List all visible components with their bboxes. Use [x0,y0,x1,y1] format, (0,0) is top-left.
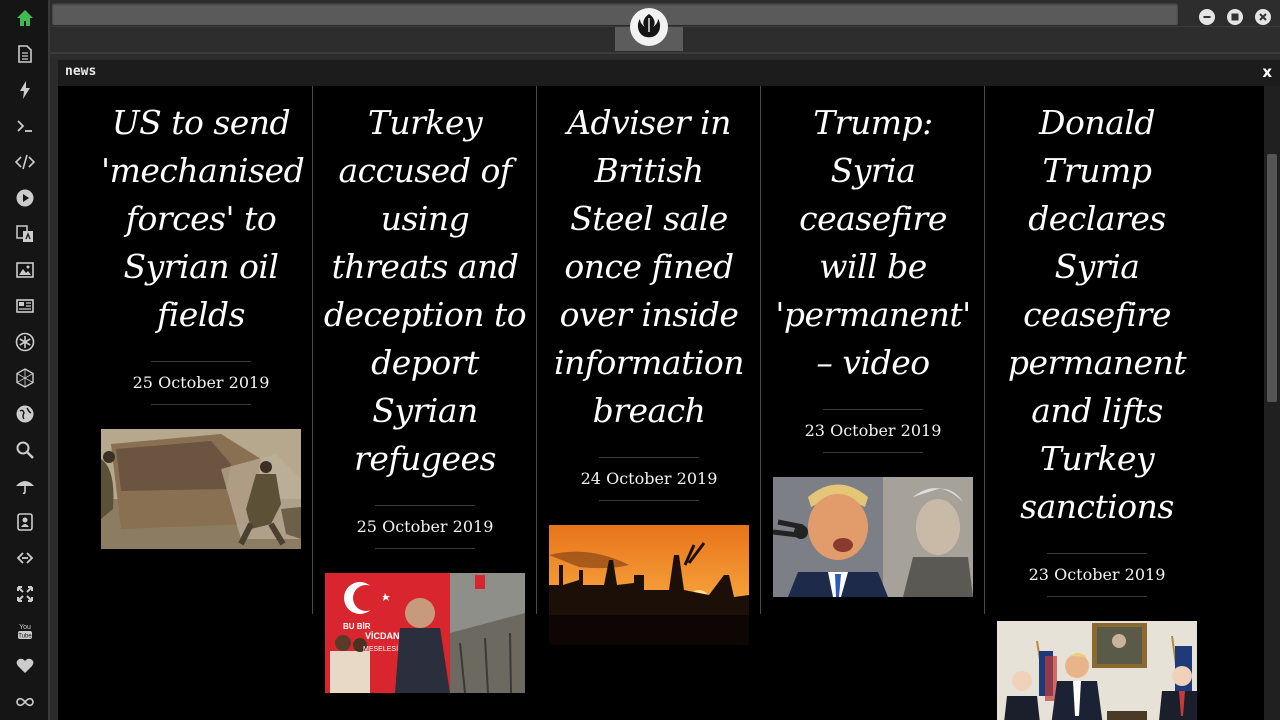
image-icon[interactable] [14,259,36,281]
search-icon[interactable] [14,439,36,461]
article-headline[interactable]: US to send 'mechanised forces' to Syrian… [101,99,305,339]
umbrella-icon[interactable] [14,475,36,497]
news-panel-header: news x [58,60,1280,86]
article-image[interactable]: BU BİR VİCDAN MESELESİ [325,573,525,693]
home-icon[interactable] [14,7,36,29]
maximize-button[interactable] [1227,9,1243,25]
article-image[interactable] [997,621,1197,720]
news-grid: US to send 'mechanised forces' to Syrian… [58,86,1264,720]
link-icon[interactable] [14,547,36,569]
gear-star-icon[interactable] [14,331,36,353]
panel-title: news [65,64,97,79]
play-icon[interactable] [14,187,36,209]
separator [375,548,475,549]
article-headline[interactable]: Donald Trump declares Syria ceasefire pe… [997,99,1197,531]
article-card[interactable]: Turkey accused of using threats and dece… [313,86,537,720]
article-date: 25 October 2019 [356,517,494,536]
terminal-icon[interactable] [14,115,36,137]
article-headline[interactable]: Adviser in British Steel sale once fined… [549,99,749,435]
svg-text:You: You [19,624,31,631]
code-icon[interactable] [14,151,36,173]
poster-line-1: BU BİR [343,622,371,631]
article-card[interactable]: US to send 'mechanised forces' to Syrian… [89,86,313,720]
top-divider-2 [50,52,1280,54]
separator [823,452,923,453]
newspaper-icon[interactable] [14,295,36,317]
article-date: 23 October 2019 [804,421,942,440]
article-headline[interactable]: Turkey accused of using threats and dece… [322,99,528,483]
article-headline[interactable]: Trump: Syria ceasefire will be 'permanen… [773,99,973,387]
article-date: 24 October 2019 [580,469,718,488]
article-card[interactable]: Adviser in British Steel sale once fined… [537,86,761,720]
article-card[interactable]: Trump: Syria ceasefire will be 'permanen… [761,86,985,720]
svg-text:Tube: Tube [18,634,32,640]
poster-line-2: VİCDAN [365,631,400,641]
heart-icon[interactable] [14,655,36,677]
infinity-icon[interactable] [14,691,36,713]
panel-close-button[interactable]: x [1262,63,1272,81]
article-card[interactable]: Donald Trump declares Syria ceasefire pe… [985,86,1209,720]
separator [1047,596,1147,597]
minimize-button[interactable] [1199,9,1215,25]
youtube-icon[interactable]: You Tube [14,619,36,641]
scrollbar-thumb[interactable] [1267,154,1277,402]
address-bar[interactable] [52,3,1178,25]
lightning-icon[interactable] [14,79,36,101]
article-date: 23 October 2019 [1028,565,1166,584]
separator [151,404,251,405]
globe-icon[interactable] [14,403,36,425]
scrollbar[interactable] [1264,86,1280,720]
app-sidebar: You Tube [0,0,50,720]
translate-icon[interactable] [14,223,36,245]
separator [599,500,699,501]
article-date: 25 October 2019 [132,373,270,392]
article-image[interactable] [773,477,973,597]
close-window-button[interactable] [1255,9,1271,25]
article-image[interactable] [101,429,301,549]
contact-icon[interactable] [14,511,36,533]
rebel-logo-icon[interactable] [630,8,668,46]
armored-vehicle-photo [101,429,301,549]
article-image[interactable] [549,525,749,645]
document-icon[interactable] [14,43,36,65]
hexagon-icon[interactable] [14,367,36,389]
expand-icon[interactable] [14,583,36,605]
poster-line-3: MESELESİ [363,644,398,653]
top-bar [50,0,1280,58]
